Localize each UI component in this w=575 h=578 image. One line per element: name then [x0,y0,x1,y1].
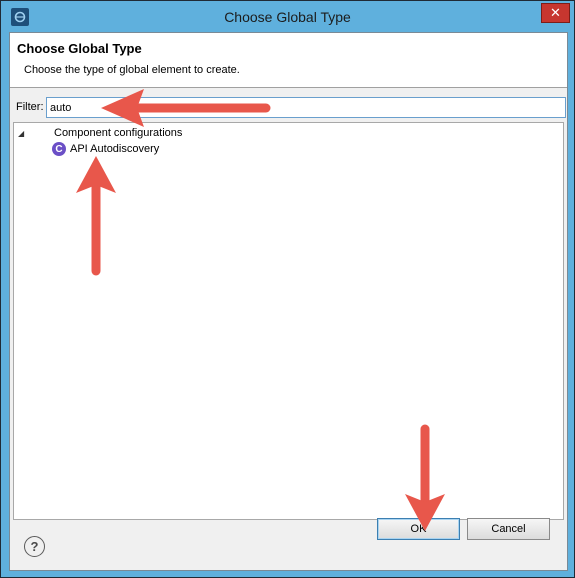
filter-label: Filter: [16,101,44,113]
ok-button[interactable]: OK [377,518,460,540]
expand-toggle-icon[interactable]: ◢ [18,129,30,138]
window-title: Choose Global Type [224,9,351,25]
dialog-client-area: Choose Global Type Choose the type of gl… [9,32,568,571]
header-description: Choose the type of global element to cre… [24,64,240,76]
tree-category-label: Component configurations [54,127,183,139]
tree-category-row[interactable]: ◢ Component configurations [18,125,182,141]
header-title: Choose Global Type [17,41,142,56]
title-bar[interactable]: Choose Global Type ✕ [2,2,573,32]
filter-input[interactable] [46,97,566,118]
tree-item-api-autodiscovery[interactable]: C API Autodiscovery [52,141,159,157]
global-type-tree[interactable]: ◢ Component configurations C API Autodis… [13,122,564,520]
help-icon[interactable]: ? [24,536,45,557]
dialog-window: Choose Global Type ✕ Choose Global Type … [0,0,575,578]
connector-c-icon: C [52,142,66,156]
tree-item-label: API Autodiscovery [70,143,160,155]
cancel-button[interactable]: Cancel [467,518,550,540]
dialog-header: Choose Global Type Choose the type of gl… [10,33,567,88]
close-button[interactable]: ✕ [541,3,570,23]
